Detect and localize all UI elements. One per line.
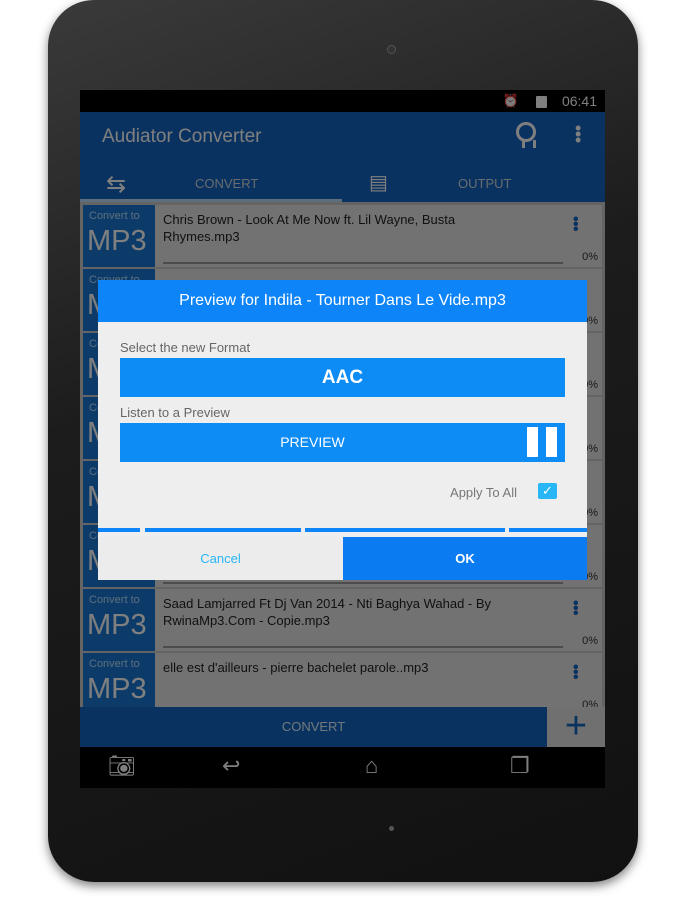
divider xyxy=(305,528,505,532)
divider xyxy=(98,528,140,532)
front-camera xyxy=(387,45,396,54)
divider xyxy=(145,528,301,532)
screen: ⏰ 06:41 Audiator Converter ••• ⇆ CONVERT… xyxy=(80,90,605,788)
preview-label: Listen to a Preview xyxy=(120,405,230,420)
ok-button[interactable]: OK xyxy=(343,537,587,580)
preview-button[interactable]: PREVIEW xyxy=(120,423,565,462)
preview-button-label: PREVIEW xyxy=(280,434,345,450)
dialog-title: Preview for Indila - Tourner Dans Le Vid… xyxy=(98,280,587,322)
apply-all-label: Apply To All xyxy=(450,485,517,500)
sensor-dot xyxy=(389,826,394,831)
format-label: Select the new Format xyxy=(120,340,251,355)
format-selector[interactable]: AAC xyxy=(120,358,565,397)
apply-all-checkbox[interactable]: ✓ xyxy=(538,483,557,499)
cancel-button[interactable]: Cancel xyxy=(98,537,343,580)
preview-dialog: Preview for Indila - Tourner Dans Le Vid… xyxy=(98,280,587,580)
divider xyxy=(509,528,587,532)
pause-icon[interactable] xyxy=(527,427,557,457)
